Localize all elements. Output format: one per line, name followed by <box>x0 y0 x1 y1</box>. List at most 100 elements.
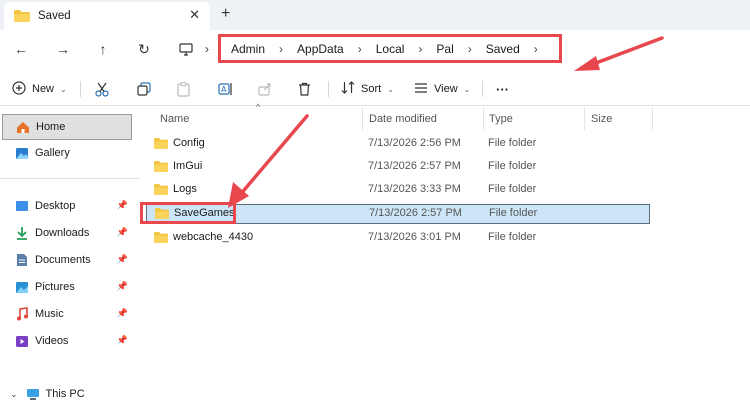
folder-icon <box>154 137 168 149</box>
file-date: 7/13/2026 3:33 PM <box>368 183 461 195</box>
chevron-right-icon[interactable]: › <box>200 38 214 60</box>
new-label: New <box>32 83 55 95</box>
chevron-down-icon: ⌄ <box>463 84 471 94</box>
chevron-right-icon[interactable]: › <box>534 42 538 56</box>
file-type: File folder <box>489 207 538 219</box>
copy-icon <box>137 82 151 96</box>
sidebar-item-gallery[interactable]: Gallery <box>2 140 132 166</box>
file-date: 7/13/2026 2:57 PM <box>368 160 461 172</box>
download-icon <box>15 226 29 240</box>
view-list-icon <box>414 82 428 97</box>
refresh-button[interactable]: ↻ <box>133 38 155 60</box>
breadcrumb-pal[interactable]: Pal <box>436 42 453 56</box>
column-header-date[interactable]: Date modified <box>369 108 437 130</box>
table-row-selected[interactable]: SaveGames 7/13/2026 2:57 PM File folder <box>146 204 650 224</box>
sidebar-item-label: Home <box>36 121 66 133</box>
up-button[interactable]: ↑ <box>92 38 114 60</box>
file-name: webcache_4430 <box>173 231 254 243</box>
pin-icon[interactable]: 📌 <box>117 227 128 238</box>
scissors-icon <box>95 82 109 97</box>
sort-caret-icon: ^ <box>256 102 261 112</box>
chevron-right-icon[interactable]: › <box>418 42 422 56</box>
chevron-down-icon: ⌄ <box>60 84 67 94</box>
pin-icon[interactable]: 📌 <box>117 281 128 292</box>
trash-icon <box>299 82 310 96</box>
sidebar-item-home[interactable]: Home <box>2 114 132 140</box>
share-button[interactable] <box>258 78 272 100</box>
file-date: 7/13/2026 2:57 PM <box>369 207 462 219</box>
new-tab-button[interactable]: + <box>221 5 230 23</box>
delete-button[interactable] <box>298 78 311 100</box>
folder-icon <box>154 160 168 172</box>
breadcrumb-appdata[interactable]: AppData <box>297 42 344 56</box>
file-type: File folder <box>488 183 537 195</box>
table-row[interactable]: ImGui 7/13/2026 2:57 PM File folder <box>146 157 650 177</box>
view-button[interactable]: View ⌄ <box>414 78 470 100</box>
gallery-icon <box>15 146 29 160</box>
tab-saved[interactable]: Saved ✕ <box>4 2 210 30</box>
table-row[interactable]: Logs 7/13/2026 3:33 PM File folder <box>146 180 650 200</box>
table-row[interactable]: webcache_4430 7/13/2026 3:01 PM File fol… <box>146 228 650 248</box>
breadcrumb-admin[interactable]: Admin <box>231 42 265 56</box>
annotation-arrow-icon <box>228 114 309 208</box>
pin-icon[interactable]: 📌 <box>117 254 128 265</box>
sidebar-item-downloads[interactable]: Downloads 📌 <box>2 220 132 246</box>
chevron-right-icon[interactable]: › <box>279 42 283 56</box>
tab-title: Saved <box>38 10 71 22</box>
column-header-size[interactable]: Size <box>591 108 612 130</box>
home-icon <box>16 120 30 134</box>
monitor-icon[interactable] <box>175 38 197 60</box>
sort-icon <box>341 81 355 97</box>
rename-icon: A <box>218 83 232 95</box>
breadcrumb-saved[interactable]: Saved <box>486 42 520 56</box>
sidebar-item-label: Gallery <box>35 147 70 159</box>
sidebar-item-desktop[interactable]: Desktop 📌 <box>2 193 132 219</box>
navigation-bar: ← → ↑ ↻ › Admin › AppData › Local › Pal … <box>0 30 750 71</box>
column-divider[interactable] <box>652 108 653 130</box>
sidebar-item-documents[interactable]: Documents 📌 <box>2 247 132 273</box>
rename-button[interactable]: A <box>218 78 233 100</box>
annotation-arrow-icon <box>574 36 664 71</box>
sidebar-item-label: Videos <box>35 335 69 347</box>
column-divider[interactable] <box>584 108 585 130</box>
address-bar[interactable]: Admin › AppData › Local › Pal › Saved › <box>218 34 562 63</box>
column-divider[interactable] <box>362 108 363 130</box>
divider <box>80 81 81 97</box>
sidebar-item-music[interactable]: Music 📌 <box>2 301 132 327</box>
sidebar-item-label: Music <box>35 308 64 320</box>
sidebar-item-label: Documents <box>35 254 91 266</box>
more-options-button[interactable]: ··· <box>496 78 509 100</box>
chevron-right-icon[interactable]: › <box>358 42 362 56</box>
chevron-down-icon[interactable]: ⌄ <box>10 389 18 400</box>
sidebar-item-this-pc[interactable]: ⌄ This PC <box>2 381 132 407</box>
desktop-icon <box>15 199 29 213</box>
forward-button[interactable]: → <box>52 38 74 60</box>
close-icon[interactable]: ✕ <box>189 7 200 23</box>
view-label: View <box>434 83 458 95</box>
sort-button[interactable]: Sort ⌄ <box>341 78 394 100</box>
sidebar-item-label: Pictures <box>35 281 75 293</box>
sidebar-item-videos[interactable]: Videos 📌 <box>2 328 132 354</box>
chevron-right-icon[interactable]: › <box>468 42 472 56</box>
pin-icon[interactable]: 📌 <box>117 308 128 319</box>
divider <box>328 81 329 97</box>
paste-button[interactable] <box>177 78 190 100</box>
column-divider[interactable] <box>483 108 484 130</box>
clipboard-icon <box>177 81 190 97</box>
copy-button[interactable] <box>137 78 151 100</box>
pin-icon[interactable]: 📌 <box>117 335 128 346</box>
pin-icon[interactable]: 📌 <box>117 200 128 211</box>
chevron-down-icon: ⌄ <box>387 84 394 94</box>
back-button[interactable]: ← <box>10 38 32 60</box>
table-row[interactable]: Config 7/13/2026 2:56 PM File folder <box>146 134 650 154</box>
file-type: File folder <box>488 231 537 243</box>
column-header-name[interactable]: Name <box>160 108 189 130</box>
document-icon <box>15 253 29 267</box>
breadcrumb-local[interactable]: Local <box>376 42 405 56</box>
sidebar-item-pictures[interactable]: Pictures 📌 <box>2 274 132 300</box>
column-header-type[interactable]: Type <box>489 108 513 130</box>
sidebar-item-label: Downloads <box>35 227 90 239</box>
file-name: Config <box>173 137 205 149</box>
new-button[interactable]: New ⌄ <box>12 78 67 100</box>
cut-button[interactable] <box>95 78 109 100</box>
